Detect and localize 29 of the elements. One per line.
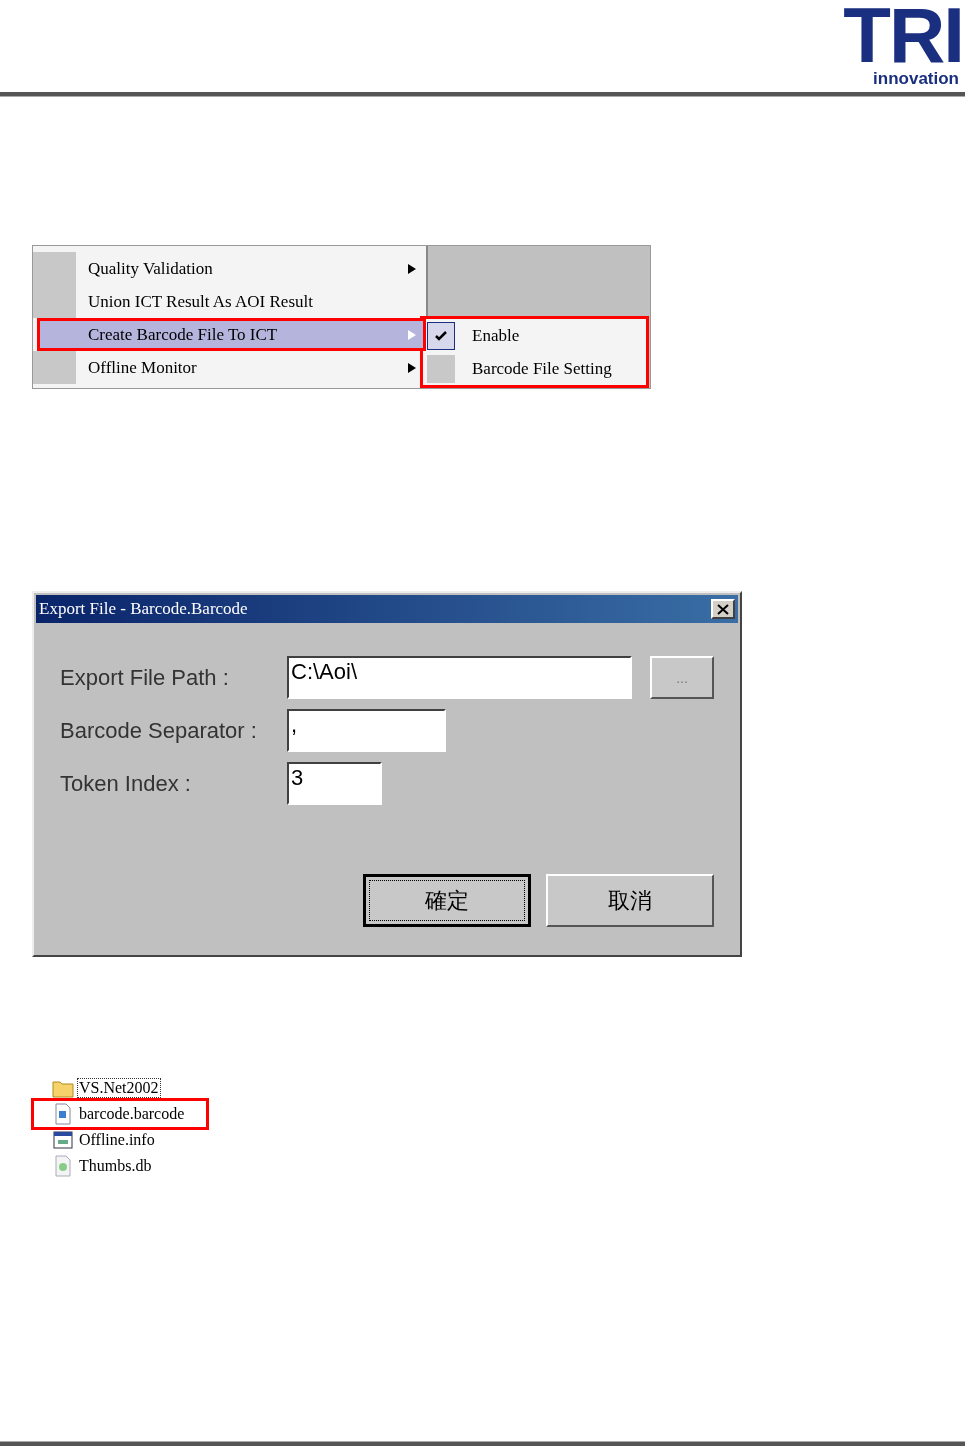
field-label: Barcode Separator : xyxy=(60,717,258,744)
file-item[interactable]: VS.Net2002 xyxy=(52,1075,160,1101)
close-button[interactable] xyxy=(711,599,735,619)
file-icon xyxy=(52,1103,74,1125)
file-item[interactable]: barcode.barcode xyxy=(34,1101,206,1127)
menu-item[interactable]: Quality Validation xyxy=(33,252,426,285)
image-file-icon xyxy=(52,1155,74,1177)
checkbox[interactable] xyxy=(427,321,455,350)
input-field[interactable]: 3 xyxy=(287,762,382,805)
logo-mark: TRI xyxy=(843,0,963,70)
field-label: Token Index : xyxy=(60,770,192,797)
close-icon xyxy=(717,603,729,615)
menu-item[interactable]: Create Barcode File To ICT xyxy=(37,318,426,351)
checkmark-icon xyxy=(435,330,447,341)
file-item[interactable]: Thumbs.db xyxy=(52,1153,153,1179)
submenu-item[interactable]: Barcode File Setting xyxy=(423,352,646,385)
dialog-button[interactable]: 取消 xyxy=(546,874,714,927)
field-label: Export File Path : xyxy=(60,664,230,691)
menu-item[interactable]: Offline Monitor xyxy=(33,351,426,384)
input-field[interactable]: C:\Aoi\ xyxy=(287,656,632,699)
window-icon xyxy=(52,1129,74,1151)
logo-tagline: innovation xyxy=(873,70,959,88)
window-title: Export File - Barcode.Barcode xyxy=(39,599,248,619)
file-item[interactable]: Offline.info xyxy=(52,1127,156,1153)
checkbox[interactable] xyxy=(427,354,455,383)
input-field[interactable]: , xyxy=(287,709,446,752)
menu-item[interactable]: Union ICT Result As AOI Result xyxy=(33,285,426,318)
submenu-item[interactable]: Enable xyxy=(423,319,646,352)
dialog-button[interactable]: 確定 xyxy=(363,874,531,927)
